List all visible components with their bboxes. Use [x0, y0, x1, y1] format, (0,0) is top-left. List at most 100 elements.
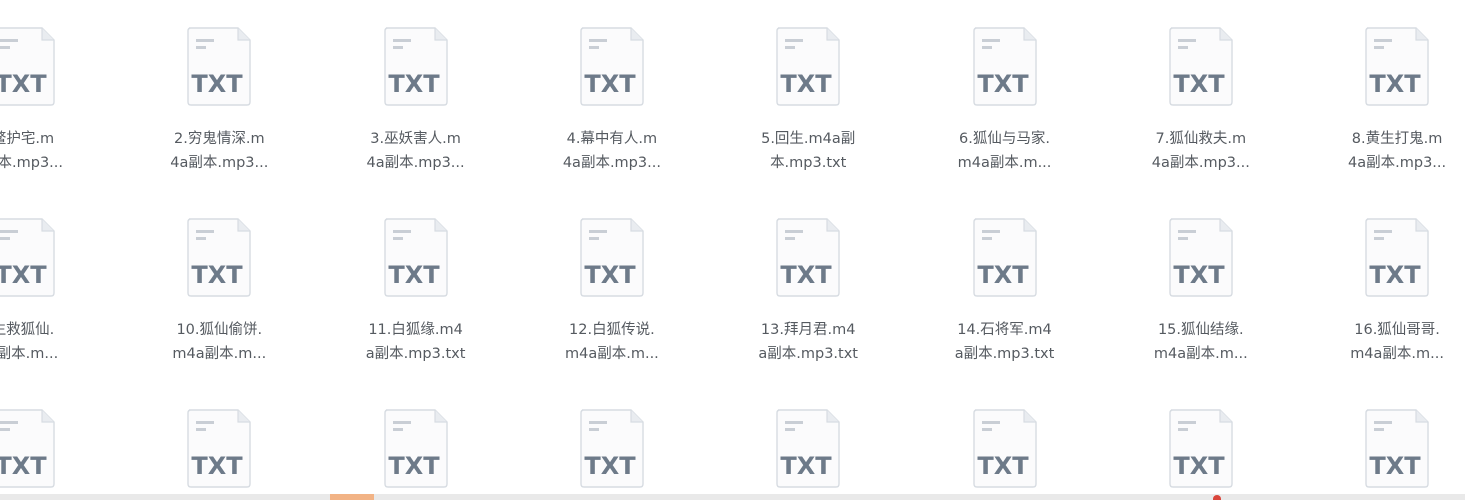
file-name-line-2: a副本.mp3.txt: [365, 346, 466, 362]
svg-text:TXT: TXT: [584, 261, 636, 289]
file-name-label: 11.白狐缘.m4 a副本.mp3.txt: [333, 318, 499, 366]
file-name-line-1: 生救狐仙.: [0, 322, 55, 338]
txt-file-icon: TXT: [0, 409, 56, 489]
svg-text:TXT: TXT: [0, 261, 47, 289]
txt-file-icon: TXT: [579, 27, 645, 107]
svg-text:TXT: TXT: [388, 452, 440, 480]
file-name-label: 5.回生.m4a副 本.mp3.txt: [725, 127, 891, 175]
txt-file-icon: TXT: [1364, 409, 1430, 489]
txt-file-icon: TXT: [972, 218, 1038, 298]
svg-text:TXT: TXT: [0, 452, 47, 480]
file-name-label: 12.白狐传说. m4a副本.m...: [529, 318, 695, 366]
file-name-label: 鳖护宅.m 副本.mp3...: [0, 127, 106, 175]
file-name-line-1: 6.狐仙与马家.: [959, 131, 1050, 147]
file-name-line-1: 16.狐仙哥哥.: [1354, 322, 1440, 338]
svg-text:TXT: TXT: [192, 70, 244, 98]
txt-file-icon: TXT: [775, 409, 841, 489]
file-name-line-2: m4a副本.m...: [172, 346, 267, 362]
file-name-line-2: 本.mp3.txt: [770, 155, 847, 171]
svg-text:TXT: TXT: [977, 261, 1029, 289]
svg-text:TXT: TXT: [388, 70, 440, 98]
file-name-label: 16.狐仙哥哥. m4a副本.m...: [1314, 318, 1465, 366]
file-name-label: 15.狐仙结缘. m4a副本.m...: [1118, 318, 1284, 366]
txt-file-icon: TXT: [383, 409, 449, 489]
file-name-line-2: m4a副本.m...: [1350, 346, 1444, 362]
txt-file-icon: TXT: [775, 27, 841, 107]
file-name-line-1: 12.白狐传说.: [569, 322, 655, 338]
file-name-line-1: 4.幕中有人.m: [566, 131, 658, 147]
file-name-label: 3.巫妖害人.m 4a副本.mp3...: [333, 127, 499, 175]
svg-text:TXT: TXT: [1369, 70, 1421, 98]
file-name-line-2: 4a副本.mp3...: [1151, 155, 1250, 171]
file-name-line-2: a副本.m...: [0, 346, 59, 362]
txt-file-icon: TXT: [1168, 27, 1234, 107]
svg-text:TXT: TXT: [781, 70, 833, 98]
txt-file-icon: TXT: [972, 409, 1038, 489]
svg-text:TXT: TXT: [584, 452, 636, 480]
txt-file-icon: TXT: [1364, 27, 1430, 107]
file-name-line-2: 4a副本.mp3...: [562, 155, 661, 171]
svg-text:TXT: TXT: [192, 261, 244, 289]
svg-text:TXT: TXT: [977, 70, 1029, 98]
file-name-line-2: a副本.mp3.txt: [954, 346, 1055, 362]
file-name-label: 生救狐仙. a副本.m...: [0, 318, 106, 366]
file-name-label: 2.穷鬼情深.m 4a副本.mp3...: [136, 127, 302, 175]
svg-text:TXT: TXT: [584, 70, 636, 98]
file-name-line-1: 5.回生.m4a副: [761, 131, 856, 147]
svg-text:TXT: TXT: [1173, 70, 1225, 98]
txt-file-icon: TXT: [1168, 218, 1234, 298]
file-name-line-2: 副本.mp3...: [0, 155, 63, 171]
file-name-line-1: 2.穷鬼情深.m: [174, 131, 265, 147]
file-name-line-2: 4a副本.mp3...: [366, 155, 465, 171]
taskbar-notification-dot: [1213, 495, 1221, 500]
txt-file-icon: TXT: [579, 218, 645, 298]
file-name-line-2: 4a副本.mp3...: [1348, 155, 1447, 171]
file-name-label: 10.狐仙偷饼. m4a副本.m...: [136, 318, 302, 366]
txt-file-icon: TXT: [186, 27, 252, 107]
svg-text:TXT: TXT: [781, 452, 833, 480]
file-name-line-1: 3.巫妖害人.m: [370, 131, 461, 147]
txt-file-icon: TXT: [972, 27, 1038, 107]
txt-file-icon: TXT: [0, 27, 56, 107]
svg-text:TXT: TXT: [0, 70, 47, 98]
taskbar-strip: [0, 494, 1465, 500]
file-name-label: 8.黄生打鬼.m 4a副本.mp3...: [1314, 127, 1465, 175]
file-name-line-2: a副本.mp3.txt: [758, 346, 858, 362]
svg-text:TXT: TXT: [1369, 452, 1421, 480]
file-name-line-1: 鳖护宅.m: [0, 131, 55, 147]
txt-file-icon: TXT: [186, 409, 252, 489]
file-name-label: 6.狐仙与马家. m4a副本.m...: [922, 127, 1088, 175]
file-grid: TXT 鳖护宅.m 副本.mp3... TXT 2.穷鬼情深.m 4a副本.mp…: [0, 0, 1465, 500]
txt-file-icon: TXT: [1168, 409, 1234, 489]
txt-file-icon: TXT: [775, 218, 841, 298]
svg-text:TXT: TXT: [1173, 261, 1225, 289]
svg-text:TXT: TXT: [781, 261, 833, 289]
file-name-label: 14.石将军.m4 a副本.mp3.txt: [922, 318, 1088, 366]
file-name-line-1: 10.狐仙偷饼.: [176, 322, 263, 338]
txt-file-icon: TXT: [186, 218, 252, 298]
txt-file-icon: TXT: [579, 409, 645, 489]
file-name-line-1: 11.白狐缘.m4: [368, 322, 463, 338]
txt-file-icon: TXT: [383, 27, 449, 107]
taskbar-active-indicator: [330, 494, 374, 500]
txt-file-icon: TXT: [1364, 218, 1430, 298]
file-name-line-2: m4a副本.m...: [1153, 346, 1248, 362]
file-name-line-2: m4a副本.m...: [957, 155, 1052, 171]
svg-text:TXT: TXT: [192, 452, 244, 480]
file-name-line-1: 7.狐仙救夫.m: [1155, 131, 1247, 147]
file-name-label: 4.幕中有人.m 4a副本.mp3...: [529, 127, 695, 175]
file-name-line-1: 8.黄生打鬼.m: [1351, 131, 1443, 147]
svg-text:TXT: TXT: [977, 452, 1029, 480]
file-name-line-2: m4a副本.m...: [564, 346, 659, 362]
file-name-line-1: 13.拜月君.m4: [760, 322, 856, 338]
svg-text:TXT: TXT: [1369, 261, 1421, 289]
svg-text:TXT: TXT: [388, 261, 440, 289]
txt-file-icon: TXT: [0, 218, 56, 298]
txt-file-icon: TXT: [383, 218, 449, 298]
file-name-label: 13.拜月君.m4 a副本.mp3.txt: [725, 318, 891, 366]
svg-text:TXT: TXT: [1173, 452, 1225, 480]
file-name-label: 7.狐仙救夫.m 4a副本.mp3...: [1118, 127, 1284, 175]
file-name-line-2: 4a副本.mp3...: [170, 155, 269, 171]
file-name-line-1: 15.狐仙结缘.: [1157, 322, 1244, 338]
file-name-line-1: 14.石将军.m4: [957, 322, 1052, 338]
